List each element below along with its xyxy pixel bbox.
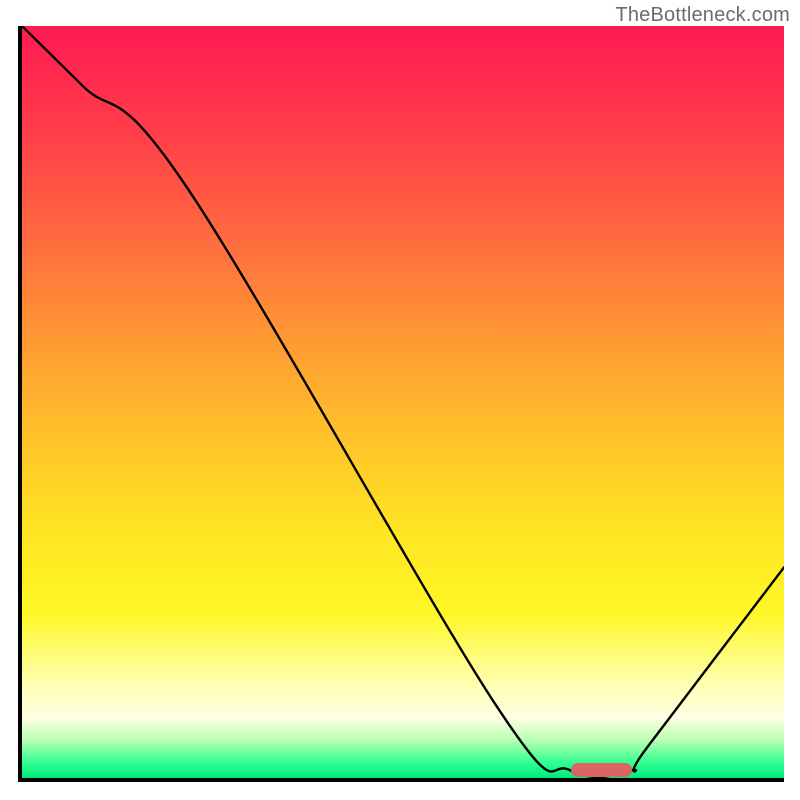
chart-area — [18, 26, 784, 782]
watermark-text: TheBottleneck.com — [615, 4, 790, 27]
optimal-range-marker — [571, 763, 632, 777]
x-axis — [18, 778, 784, 782]
bottleneck-curve — [22, 26, 784, 778]
y-axis — [18, 26, 22, 782]
